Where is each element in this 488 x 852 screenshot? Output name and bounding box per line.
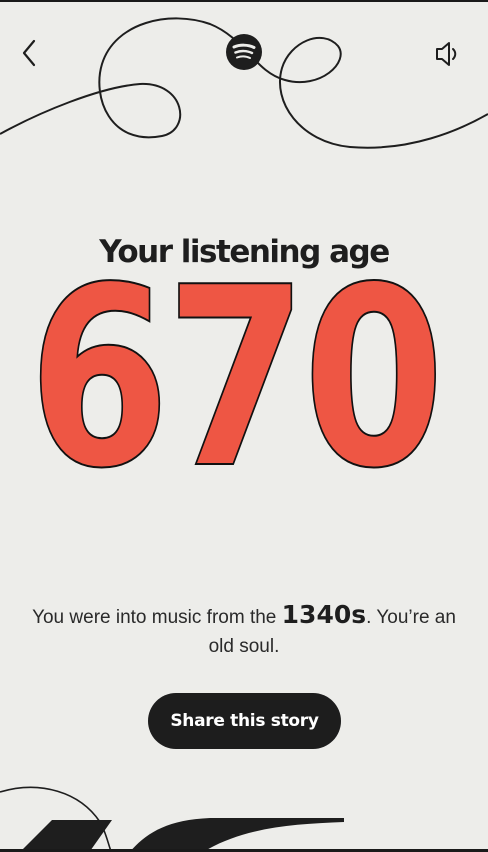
decade-highlight: 1340s <box>281 600 367 629</box>
back-button[interactable] <box>14 38 44 68</box>
story-frame: Your listening age 670 You were into mus… <box>0 0 488 852</box>
age-value: 670 <box>28 268 440 478</box>
chevron-left-icon <box>22 39 36 67</box>
description-text-start: You were into music from the <box>32 607 282 628</box>
share-story-button[interactable]: Share this story <box>148 693 341 749</box>
speaker-icon <box>436 42 457 66</box>
listening-age-number: 670 <box>27 268 447 478</box>
spotify-logo-icon <box>226 34 262 70</box>
mute-toggle-button[interactable] <box>430 36 466 72</box>
story-title: Your listening age <box>99 234 390 270</box>
story-description: You were into music from the 1340s. You’… <box>30 600 458 661</box>
